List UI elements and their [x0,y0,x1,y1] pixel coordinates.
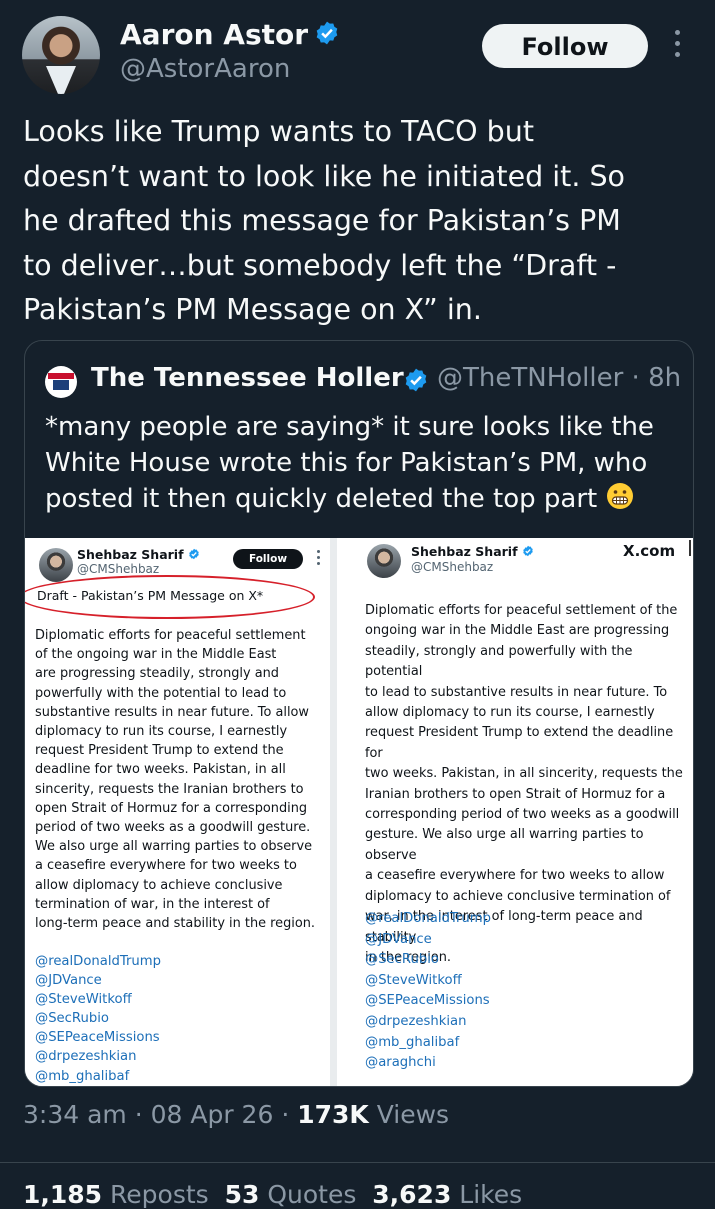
mention-link: @mb_ghalibaf [35,1068,130,1084]
mention-link: @realDonaldTrump [365,911,491,926]
more-options-icon [317,550,321,566]
mention-link: @SEPeaceMissions [365,993,490,1009]
quoted-author-name: The Tennessee Holler [91,363,404,393]
scrollbar [689,540,691,556]
views-count: 173K [297,1100,369,1129]
screenshot-edited-post: Shehbaz Sharif @CMShehbaz X.com Diplomat… [337,538,693,1086]
author-avatar[interactable] [22,16,100,94]
divider [0,1162,715,1163]
sharif-post-body: Diplomatic efforts for peaceful settleme… [35,628,316,932]
mention-link: @SteveWitkoff [35,992,132,1008]
quotes-stat[interactable]: 53 Quotes [225,1180,357,1209]
verified-badge-icon [314,20,340,53]
follow-button[interactable]: Follow [482,24,648,68]
sharif-avatar [367,544,401,578]
likes-stat[interactable]: 3,623 Likes [372,1180,522,1209]
attached-image[interactable]: Shehbaz Sharif @CMShehbaz Follow Draft -… [25,538,693,1086]
quoted-tweet[interactable]: The Tennessee Holler @TheTNHoller · 8h *… [24,340,694,1087]
sharif-handle: @CMShehbaz [411,560,494,574]
tweet-metadata: 3:34 am · 08 Apr 26 · 173K Views [23,1100,449,1129]
mentions-list: @realDonaldTrump @JDVance @SteveWitkoff … [35,952,161,1086]
mention-link: @drpezeshkian [365,1013,467,1029]
grimacing-face-icon [606,482,634,520]
quoted-handle-time: @TheTNHoller · 8h [437,363,682,393]
mention-link: @JDVance [365,931,432,947]
mention-link: @mb_ghalibaf [365,1034,460,1050]
engagement-stats: 1,185 Reposts 53 Quotes 3,623 Likes [23,1180,522,1209]
sharif-name: Shehbaz Sharif [411,544,534,559]
mentions-list: @realDonaldTrump @JDVance @SecRubio @Ste… [365,909,491,1074]
mention-link: @SecRubio [35,1011,109,1027]
quoted-text: *many people are saying* it sure looks l… [45,409,665,520]
timestamp[interactable]: 3:34 am · 08 Apr 26 · [23,1100,297,1129]
mention-link: @SEPeaceMissions [35,1030,160,1046]
screenshot-original-post: Shehbaz Sharif @CMShehbaz Follow Draft -… [25,538,330,1086]
quoted-text-body: *many people are saying* it sure looks l… [45,412,654,514]
tweet-text: Looks like Trump wants to TACO but doesn… [23,115,625,326]
more-options-icon[interactable] [670,30,684,62]
mention-link: @JDVance [35,973,102,989]
image-divider [330,538,337,1086]
author-name[interactable]: Aaron Astor [120,18,308,51]
mention-link: @realDonaldTrump [35,954,161,969]
reposts-stat[interactable]: 1,185 Reposts [23,1180,209,1209]
draft-label: Draft - Pakistan’s PM Message on X* [37,588,264,603]
views-label: Views [368,1100,450,1129]
xcom-watermark: X.com [623,542,676,560]
mention-link: @SecRubio [365,952,439,968]
sharif-name: Shehbaz Sharif [77,547,200,562]
mention-link: @SteveWitkoff [365,972,462,988]
author-handle[interactable]: @AstorAaron [120,54,290,84]
tweet-header: Aaron Astor @AstorAaron Follow [22,16,697,96]
sharif-follow-button: Follow [233,549,303,569]
sharif-avatar [39,548,73,582]
mention-link: @drpezeshkian [35,1049,137,1065]
tennessee-holler-logo [45,366,77,398]
sharif-handle: @CMShehbaz [77,562,160,576]
mention-link: @araghchi [365,1055,436,1071]
author-name-row[interactable]: Aaron Astor [120,18,340,53]
verified-badge-icon [403,367,429,397]
